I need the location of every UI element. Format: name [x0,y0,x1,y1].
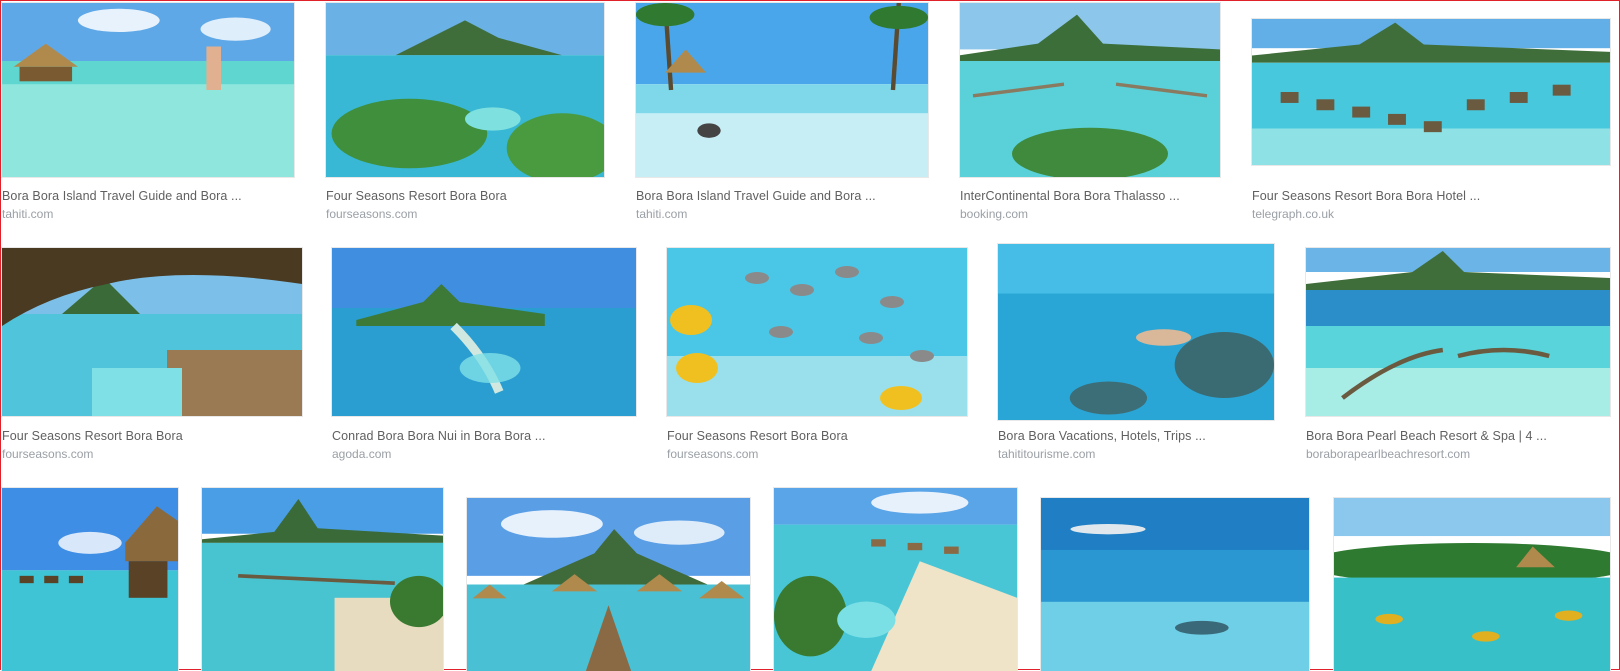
image-result-4[interactable]: InterContinental Bora Bora Thalasso ... … [960,3,1220,223]
image-result-16[interactable] [1334,498,1610,671]
result-thumbnail[interactable] [2,3,294,177]
image-result-1[interactable]: Bora Bora Island Travel Guide and Bora .… [2,3,294,223]
result-thumbnail[interactable] [326,3,604,177]
result-title[interactable]: Four Seasons Resort Bora Bora [326,189,507,203]
result-title[interactable]: Bora Bora Vacations, Hotels, Trips ... [998,429,1206,443]
result-thumbnail[interactable] [1041,498,1309,671]
image-result-8[interactable]: Four Seasons Resort Bora Bora fourseason… [667,248,967,463]
result-thumbnail[interactable] [467,498,750,671]
result-title[interactable]: Conrad Bora Bora Nui in Bora Bora ... [332,429,546,443]
result-domain[interactable]: fourseasons.com [667,447,758,461]
result-thumbnail[interactable] [1306,248,1610,416]
result-title[interactable]: InterContinental Bora Bora Thalasso ... [960,189,1180,203]
result-thumbnail[interactable] [774,488,1017,671]
result-thumbnail[interactable] [2,488,178,671]
image-result-11[interactable] [2,488,178,671]
result-domain[interactable]: booking.com [960,207,1028,221]
result-thumbnail[interactable] [1334,498,1610,671]
result-domain[interactable]: telegraph.co.uk [1252,207,1334,221]
image-result-13[interactable] [467,498,750,671]
result-domain[interactable]: tahititourisme.com [998,447,1095,461]
result-title[interactable]: Bora Bora Pearl Beach Resort & Spa | 4 .… [1306,429,1547,443]
result-title[interactable]: Bora Bora Island Travel Guide and Bora .… [636,189,876,203]
result-domain[interactable]: boraborapearlbeachresort.com [1306,447,1470,461]
result-domain[interactable]: tahiti.com [636,207,687,221]
image-result-9[interactable]: Bora Bora Vacations, Hotels, Trips ... t… [998,244,1274,463]
result-thumbnail[interactable] [960,3,1220,177]
result-thumbnail[interactable] [2,248,302,416]
result-thumbnail[interactable] [998,244,1274,420]
result-title[interactable]: Four Seasons Resort Bora Bora Hotel ... [1252,189,1480,203]
result-domain[interactable]: fourseasons.com [2,447,93,461]
result-domain[interactable]: agoda.com [332,447,391,461]
result-title[interactable]: Bora Bora Island Travel Guide and Bora .… [2,189,242,203]
image-result-14[interactable] [774,488,1017,671]
result-thumbnail[interactable] [332,248,636,416]
image-result-3[interactable]: Bora Bora Island Travel Guide and Bora .… [636,3,928,223]
result-title[interactable]: Four Seasons Resort Bora Bora [2,429,183,443]
result-thumbnail[interactable] [202,488,443,671]
result-thumbnail[interactable] [667,248,967,416]
image-result-10[interactable]: Bora Bora Pearl Beach Resort & Spa | 4 .… [1306,248,1610,463]
result-thumbnail[interactable] [1252,19,1610,165]
result-domain[interactable]: tahiti.com [2,207,53,221]
image-result-5[interactable]: Four Seasons Resort Bora Bora Hotel ... … [1252,3,1610,223]
image-result-6[interactable]: Four Seasons Resort Bora Bora fourseason… [2,248,302,463]
image-result-7[interactable]: Conrad Bora Bora Nui in Bora Bora ... ag… [332,248,636,463]
result-domain[interactable]: fourseasons.com [326,207,417,221]
image-result-15[interactable] [1041,498,1309,671]
image-result-2[interactable]: Four Seasons Resort Bora Bora fourseason… [326,3,604,223]
result-thumbnail[interactable] [636,3,928,177]
result-title[interactable]: Four Seasons Resort Bora Bora [667,429,848,443]
image-result-12[interactable] [202,488,443,671]
